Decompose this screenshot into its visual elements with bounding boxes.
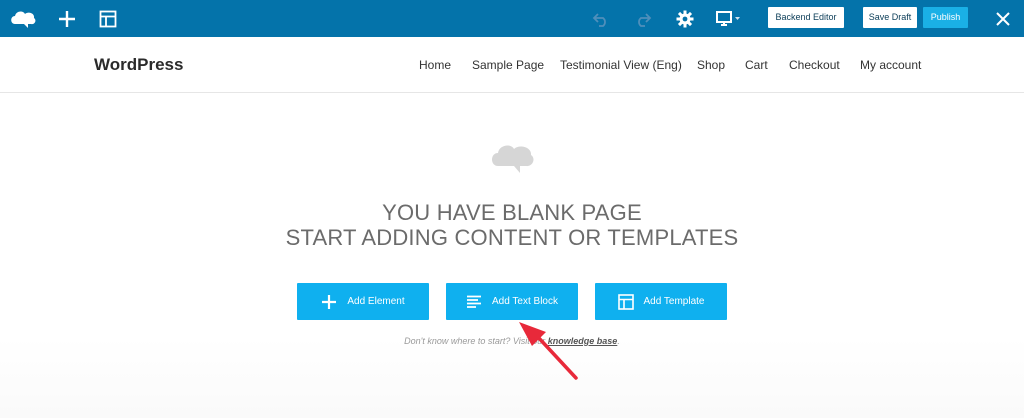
annotation-arrow-icon xyxy=(519,322,578,380)
